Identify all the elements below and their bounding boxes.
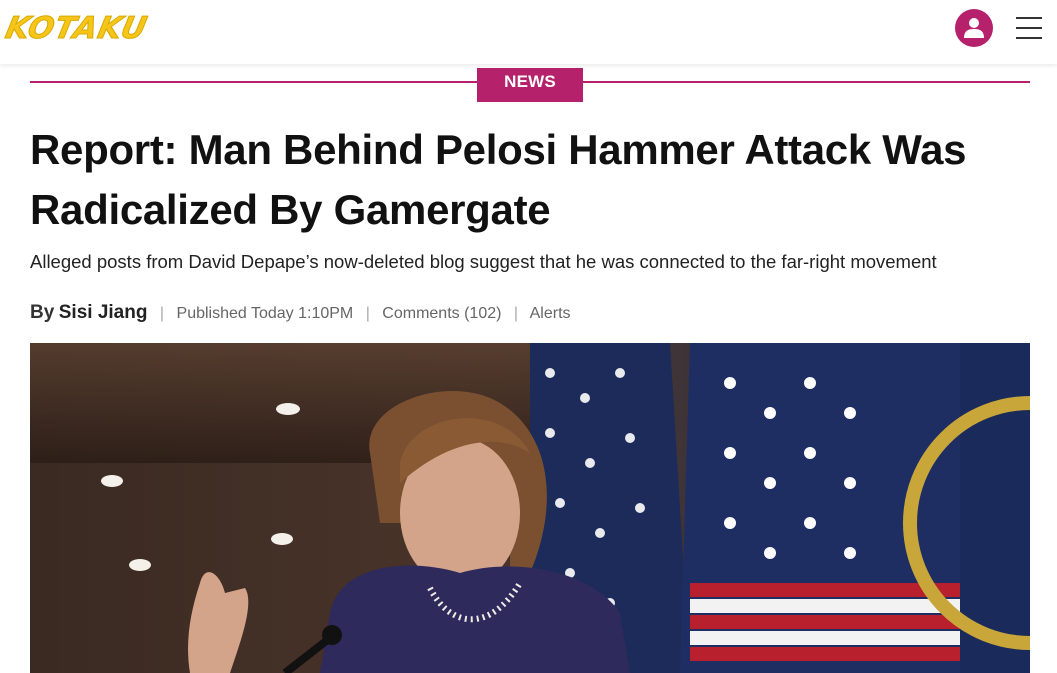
account-button[interactable] [955, 9, 993, 47]
article-headline: Report: Man Behind Pelosi Hammer Attack … [30, 126, 967, 233]
hero-illustration [30, 343, 1030, 673]
site-header: KOTAKU [0, 0, 1057, 64]
article-subheadline: Alleged posts from David Depape’s now-de… [30, 251, 937, 272]
separator: | [159, 305, 165, 322]
logo-text: KOTAKU [2, 11, 151, 47]
by-label: By [30, 302, 55, 323]
comments-link[interactable]: Comments (102) [382, 305, 501, 322]
category-tag[interactable]: NEWS [477, 68, 583, 102]
menu-bar-top [1016, 17, 1042, 19]
separator: | [365, 305, 370, 322]
alerts-link[interactable]: Alerts [530, 305, 571, 322]
hamburger-icon[interactable] [1016, 15, 1042, 41]
menu-bar-middle [1016, 27, 1042, 29]
user-icon [964, 18, 984, 38]
hero-image [30, 343, 1030, 673]
author-link[interactable]: Sisi Jiang [59, 302, 148, 323]
separator: | [513, 305, 519, 322]
kotaku-logo[interactable]: KOTAKU [2, 11, 170, 47]
byline: By Sisi Jiang | Published Today 1:10PM |… [30, 300, 571, 326]
published-time[interactable]: Today 1:10PM [251, 305, 353, 322]
published-label: Published [176, 305, 247, 322]
menu-bar-bottom [1016, 37, 1042, 39]
